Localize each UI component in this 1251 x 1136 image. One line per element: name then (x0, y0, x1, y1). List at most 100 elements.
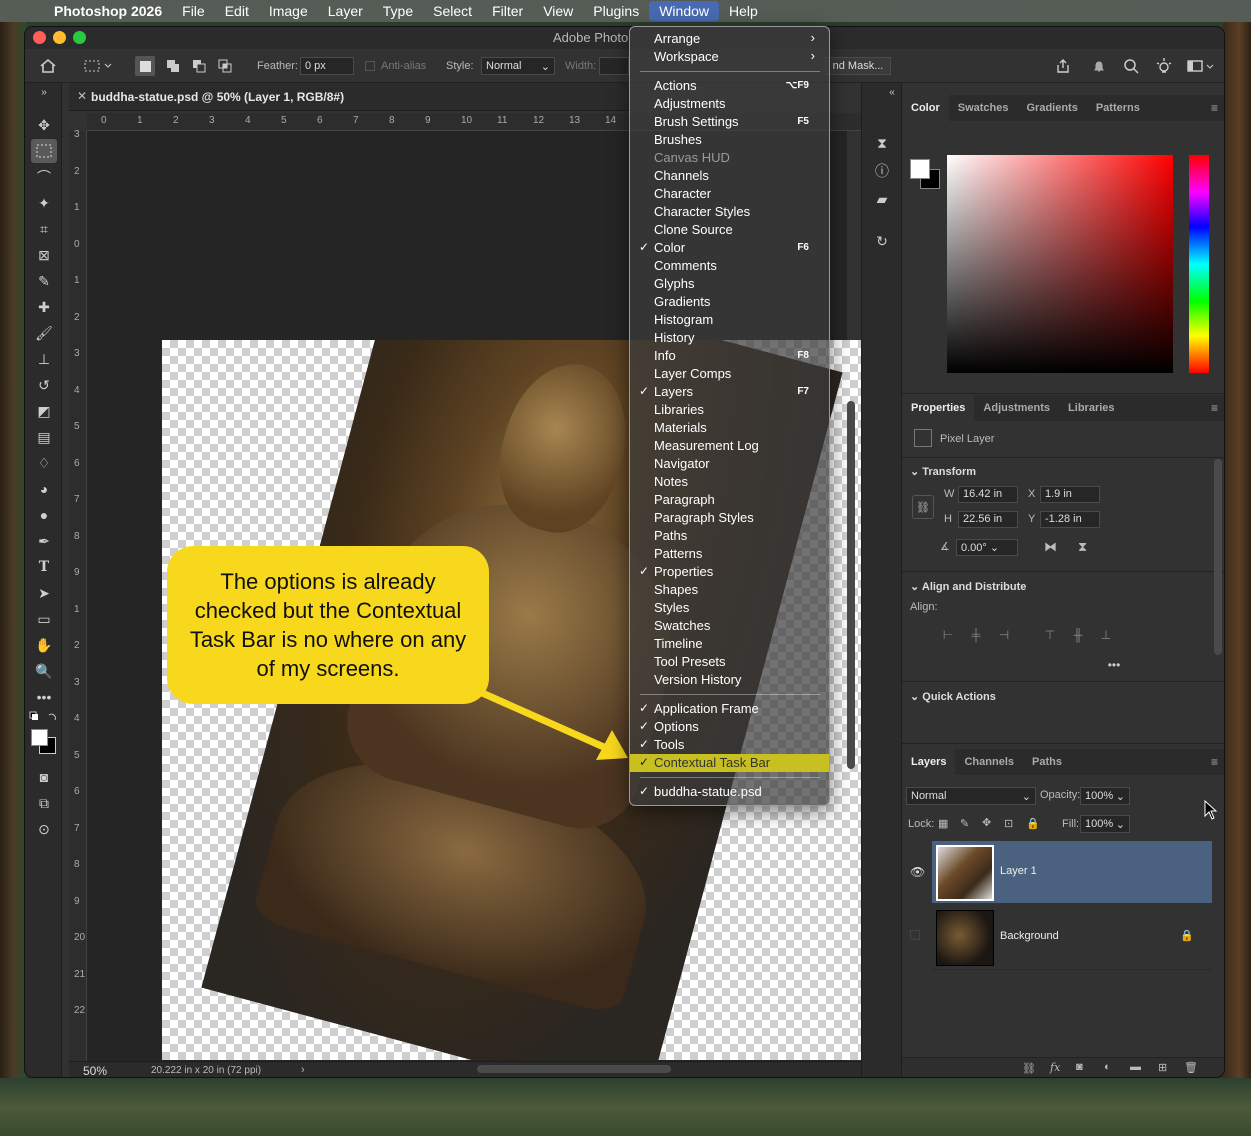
menu-item-workspace[interactable]: Workspace › (630, 48, 829, 66)
menu-window[interactable]: Window (649, 1, 719, 21)
menu-select[interactable]: Select (423, 0, 482, 22)
dodge-tool-icon[interactable]: ◕ (31, 477, 57, 501)
pen-tool-icon[interactable]: ✒ (31, 529, 57, 553)
menu-item-histogram[interactable]: Histogram (630, 311, 829, 329)
color-picker-field[interactable] (947, 155, 1173, 373)
menu-item-arrange[interactable]: Arrange › (630, 30, 829, 48)
menu-item-paragraph-styles[interactable]: Paragraph Styles (630, 509, 829, 527)
color-panel-menu-icon[interactable]: ≡ (1211, 101, 1218, 115)
history-brush-tool-icon[interactable]: ↺ (31, 373, 57, 397)
menu-item-layers[interactable]: ✓ Layers F7 (630, 383, 829, 401)
share-icon[interactable] (1055, 49, 1071, 83)
add-mask-icon[interactable]: ◙ (1076, 1061, 1083, 1073)
tab-gradients[interactable]: Gradients (1017, 95, 1086, 121)
tab-channels[interactable]: Channels (955, 749, 1023, 775)
tab-swatches[interactable]: Swatches (949, 95, 1018, 121)
camera-icon[interactable]: ⊙ (31, 817, 57, 841)
properties-panel-menu-icon[interactable]: ≡ (1211, 401, 1218, 415)
menu-file[interactable]: File (172, 0, 215, 22)
document-tab[interactable]: ✕ buddha-statue.psd @ 50% (Layer 1, RGB/… (69, 83, 629, 111)
bell-icon[interactable] (1091, 49, 1107, 83)
menu-item-color[interactable]: ✓ Color F6 (630, 239, 829, 257)
foreground-background-swatch[interactable] (31, 729, 57, 755)
lock-transparent-icon[interactable]: ▦ (938, 817, 948, 830)
healing-brush-tool-icon[interactable]: ✚ (31, 295, 57, 319)
menu-item-clone-source[interactable]: Clone Source (630, 221, 829, 239)
menu-item-layer-comps[interactable]: Layer Comps (630, 365, 829, 383)
adjustment-layer-icon[interactable]: ◐ (1104, 1061, 1111, 1073)
zoom-tool-icon[interactable]: 🔍 (31, 659, 57, 683)
type-tool-icon[interactable]: T (31, 555, 57, 579)
info-panel-icon[interactable]: ⓘ (872, 161, 892, 181)
align-left-icon[interactable]: ⊢ (940, 627, 956, 643)
menu-item-info[interactable]: Info F8 (630, 347, 829, 365)
more-tools-icon[interactable]: ••• (31, 685, 57, 709)
properties-scrollbar[interactable] (1214, 459, 1222, 655)
menu-view[interactable]: View (533, 0, 583, 22)
select-and-mask-button[interactable]: nd Mask... (825, 57, 891, 75)
subtract-selection-icon[interactable] (189, 56, 209, 76)
menu-item-character[interactable]: Character (630, 185, 829, 203)
menu-item-application-frame[interactable]: ✓ Application Frame (630, 700, 829, 718)
workspace-icon[interactable] (1187, 49, 1215, 83)
close-window-button[interactable] (33, 31, 46, 44)
rectangular-marquee-tool-icon[interactable] (31, 139, 57, 163)
quick-mask-icon[interactable]: ◙ (31, 765, 57, 789)
menu-item-brushes[interactable]: Brushes (630, 131, 829, 149)
hue-slider[interactable] (1189, 155, 1209, 373)
fx-icon[interactable]: fx (1050, 1061, 1060, 1074)
y-field[interactable]: -1.28 in (1040, 511, 1100, 528)
menu-item-channels[interactable]: Channels (630, 167, 829, 185)
align-center-h-icon[interactable]: ╪ (968, 627, 984, 643)
menu-item-version-history[interactable]: Version History (630, 671, 829, 689)
intersect-selection-icon[interactable] (215, 56, 235, 76)
menu-filter[interactable]: Filter (482, 0, 533, 22)
menu-item-libraries[interactable]: Libraries (630, 401, 829, 419)
tab-patterns[interactable]: Patterns (1087, 95, 1149, 121)
add-selection-icon[interactable] (163, 56, 183, 76)
vertical-ruler[interactable]: 3 2 1 0 1 2 3 4 5 6 7 8 9 1 2 3 4 5 6 7 8 9 20 21 22 (69, 129, 87, 1061)
menu-item-properties[interactable]: ✓ Properties (630, 563, 829, 581)
menu-item-navigator[interactable]: Navigator (630, 455, 829, 473)
new-layer-icon[interactable]: ⊞ (1158, 1061, 1167, 1074)
layer-name[interactable]: Background (1000, 930, 1059, 942)
default-colors-icon[interactable] (29, 711, 59, 725)
menu-item-adjustments[interactable]: Adjustments (630, 95, 829, 113)
zoom-level[interactable]: 50% (83, 1064, 107, 1077)
visibility-toggle[interactable] (910, 930, 920, 940)
canvas-horizontal-scrollbar[interactable] (477, 1065, 671, 1073)
angle-field[interactable]: 0.00° ⌄ (956, 539, 1018, 556)
frame-tool-icon[interactable]: ⊠ (31, 243, 57, 267)
align-section-header[interactable]: ⌄ Align and Distribute (910, 580, 1026, 593)
path-selection-tool-icon[interactable]: ➤ (31, 581, 57, 605)
sponge-tool-icon[interactable]: ● (31, 503, 57, 527)
home-icon[interactable] (39, 49, 57, 83)
collapse-toolbar-icon[interactable]: » (31, 86, 57, 98)
menu-item-options[interactable]: ✓ Options (630, 718, 829, 736)
eyedropper-tool-icon[interactable]: ✎ (31, 269, 57, 293)
screen-mode-icon[interactable]: ⧉ (31, 791, 57, 815)
menu-item-tool-presets[interactable]: Tool Presets (630, 653, 829, 671)
status-menu-chevron-icon[interactable]: › (301, 1064, 305, 1076)
menu-item-swatches[interactable]: Swatches (630, 617, 829, 635)
comments-panel-icon[interactable]: ▰ (872, 189, 892, 209)
lock-all-icon[interactable]: 🔒 (1026, 817, 1040, 830)
align-middle-v-icon[interactable]: ╫ (1070, 627, 1086, 643)
lock-position-icon[interactable]: ✥ (982, 816, 991, 829)
menu-layer[interactable]: Layer (318, 0, 373, 22)
align-top-icon[interactable]: ⊤ (1042, 627, 1058, 643)
color-fg-bg-swatch[interactable] (910, 159, 942, 191)
menu-plugins[interactable]: Plugins (583, 0, 649, 22)
tab-libraries[interactable]: Libraries (1059, 395, 1123, 421)
menu-image[interactable]: Image (259, 0, 318, 22)
menu-item-materials[interactable]: Materials (630, 419, 829, 437)
trash-icon[interactable]: 🗑 (1184, 1061, 1198, 1074)
tab-adjustments[interactable]: Adjustments (974, 395, 1059, 421)
brush-tool-icon[interactable]: 🖌 (31, 321, 57, 345)
lock-image-icon[interactable]: ✎ (960, 817, 969, 830)
width-field[interactable]: 16.42 in (958, 486, 1018, 503)
more-align-options-icon[interactable]: ••• (1106, 657, 1122, 673)
eye-icon[interactable]: 👁 (910, 865, 925, 879)
fill-field[interactable]: 100% ⌄ (1080, 815, 1130, 833)
rectangle-tool-icon[interactable]: ▭ (31, 607, 57, 631)
